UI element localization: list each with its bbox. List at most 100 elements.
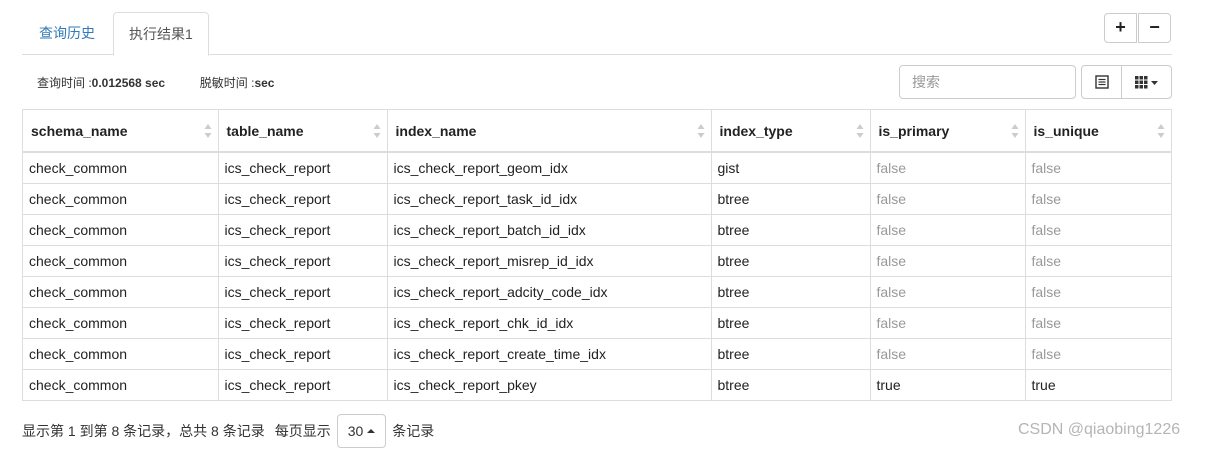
grid-columns-icon xyxy=(1134,76,1158,89)
list-icon xyxy=(1094,75,1109,89)
table-cell-index-name: ics_check_report_adcity_code_idx xyxy=(387,276,712,308)
column-header-label: is_unique xyxy=(1033,122,1099,139)
table-cell-index-type: gist xyxy=(711,152,871,184)
table-cell-schema-name: check_common xyxy=(23,152,219,184)
table-body: check_common ics_check_report ics_check_re… xyxy=(23,152,1171,400)
table-cell-is-unique: false xyxy=(1025,338,1171,370)
table-cell-is-unique: false xyxy=(1025,152,1171,184)
table-row[interactable]: check_common ics_check_report ics_check_re… xyxy=(23,214,1171,246)
result-tabs: 查询历史 执行结果1 xyxy=(22,12,1172,56)
tab-execution-result-1[interactable]: 执行结果1 xyxy=(113,12,209,56)
caret-up-icon xyxy=(367,429,376,433)
table-cell-table-name: ics_check_report xyxy=(218,152,388,184)
table-cell-is-primary: true xyxy=(870,369,1026,400)
mask-time-value: sec xyxy=(254,76,275,90)
sort-icon xyxy=(697,124,704,138)
table-cell-index-name: ics_check_report_create_time_idx xyxy=(387,338,712,370)
table-row[interactable]: check_common ics_check_report ics_check_re… xyxy=(23,276,1171,308)
table-cell-schema-name: check_common xyxy=(23,276,219,308)
table-header-row: schema_name table_name index_name index_typ… xyxy=(23,110,1171,153)
table-cell-is-unique: false xyxy=(1025,214,1171,246)
table-cell-schema-name: check_common xyxy=(23,245,219,277)
column-header-label: is_primary xyxy=(878,122,950,139)
column-header-label: index_name xyxy=(395,122,477,139)
sort-icon xyxy=(204,124,211,138)
table-cell-index-type: btree xyxy=(711,338,871,370)
table-cell-table-name: ics_check_report xyxy=(218,338,388,370)
column-header-table-name[interactable]: table_name xyxy=(218,110,388,153)
mask-time-label: 脱敏时间 : xyxy=(199,76,255,90)
table-cell-index-name: ics_check_report_geom_idx xyxy=(387,152,712,184)
results-table: schema_name table_name index_name index_typ… xyxy=(22,109,1172,401)
search-input[interactable] xyxy=(899,65,1076,99)
sort-icon xyxy=(373,124,380,138)
per-page-label: 每页显示 xyxy=(274,423,331,439)
table-cell-is-primary: false xyxy=(870,276,1026,308)
table-cell-is-primary: false xyxy=(870,307,1026,339)
tab-query-history[interactable]: 查询历史 xyxy=(24,12,110,55)
table-cell-index-type: btree xyxy=(711,214,871,246)
table-cell-schema-name: check_common xyxy=(23,183,219,215)
table-cell-table-name: ics_check_report xyxy=(218,307,388,339)
table-cell-is-primary: false xyxy=(870,338,1026,370)
table-cell-schema-name: check_common xyxy=(23,214,219,246)
column-header-is-primary[interactable]: is_primary xyxy=(870,110,1026,153)
table-cell-index-type: btree xyxy=(711,276,871,308)
column-header-index-type[interactable]: index_type xyxy=(711,110,871,153)
add-button[interactable]: + xyxy=(1104,13,1137,43)
toggle-view-button[interactable] xyxy=(1081,65,1122,99)
query-time-value: 0.012568 sec xyxy=(91,76,166,90)
records-label: 条记录 xyxy=(392,423,435,439)
table-row[interactable]: check_common ics_check_report ics_check_re… xyxy=(23,245,1171,277)
table-cell-is-unique: false xyxy=(1025,307,1171,339)
table-cell-index-type: btree xyxy=(711,369,871,400)
table-cell-schema-name: check_common xyxy=(23,369,219,400)
table-cell-index-type: btree xyxy=(711,245,871,277)
table-cell-index-name: ics_check_report_misrep_id_idx xyxy=(387,245,712,277)
table-row[interactable]: check_common ics_check_report ics_check_re… xyxy=(23,307,1171,339)
table-cell-is-primary: false xyxy=(870,152,1026,184)
execution-stats: 查询时间 : 0.012568 sec 脱敏时间 : sec xyxy=(37,74,274,91)
table-row[interactable]: check_common ics_check_report ics_check_re… xyxy=(23,152,1171,184)
table-cell-index-name: ics_check_report_batch_id_idx xyxy=(387,214,712,246)
table-cell-schema-name: check_common xyxy=(23,338,219,370)
table-row[interactable]: check_common ics_check_report ics_check_re… xyxy=(23,183,1171,215)
table-cell-is-primary: false xyxy=(870,245,1026,277)
table-row[interactable]: check_common ics_check_report ics_check_re… xyxy=(23,369,1171,400)
table-cell-is-primary: false xyxy=(870,183,1026,215)
pagination-summary: 显示第 1 到第 8 条记录，总共 8 条记录 xyxy=(22,423,265,439)
table-cell-index-type: btree xyxy=(711,183,871,215)
column-header-label: table_name xyxy=(226,122,304,139)
table-cell-table-name: ics_check_report xyxy=(218,276,388,308)
sort-icon xyxy=(1157,124,1165,138)
pagination-bar: 显示第 1 到第 8 条记录，总共 8 条记录 每页显示 30 条记录 xyxy=(22,414,434,448)
table-row[interactable]: check_common ics_check_report ics_check_re… xyxy=(23,338,1171,370)
sort-icon xyxy=(856,124,863,138)
table-cell-is-unique: false xyxy=(1025,183,1171,215)
table-cell-table-name: ics_check_report xyxy=(218,214,388,246)
table-cell-table-name: ics_check_report xyxy=(218,183,388,215)
table-cell-schema-name: check_common xyxy=(23,307,219,339)
table-cell-is-unique: false xyxy=(1025,276,1171,308)
table-cell-table-name: ics_check_report xyxy=(218,245,388,277)
table-cell-is-unique: true xyxy=(1031,376,1056,393)
column-header-is-unique[interactable]: is_unique xyxy=(1025,110,1171,153)
sort-icon xyxy=(1011,124,1018,138)
table-cell-index-name: ics_check_report_task_id_idx xyxy=(387,183,712,215)
page-size-value: 30 xyxy=(347,423,364,439)
table-cell-index-name: ics_check_report_chk_id_idx xyxy=(387,307,712,339)
remove-button[interactable]: − xyxy=(1138,13,1171,43)
column-header-schema-name[interactable]: schema_name xyxy=(23,110,219,153)
column-header-label: index_type xyxy=(719,122,793,139)
table-cell-index-type: btree xyxy=(711,307,871,339)
watermark: CSDN @qiaobing1226 xyxy=(1018,421,1181,438)
table-cell-is-unique: false xyxy=(1025,245,1171,277)
table-cell-index-name: ics_check_report_pkey xyxy=(387,369,712,400)
table-cell-table-name: ics_check_report xyxy=(218,369,388,400)
page-size-dropdown[interactable]: 30 xyxy=(336,414,387,448)
table-cell-is-primary: false xyxy=(870,214,1026,246)
columns-button[interactable] xyxy=(1121,65,1172,99)
query-time-label: 查询时间 : xyxy=(37,76,92,90)
column-header-index-name[interactable]: index_name xyxy=(387,110,712,153)
column-header-label: schema_name xyxy=(31,122,128,139)
